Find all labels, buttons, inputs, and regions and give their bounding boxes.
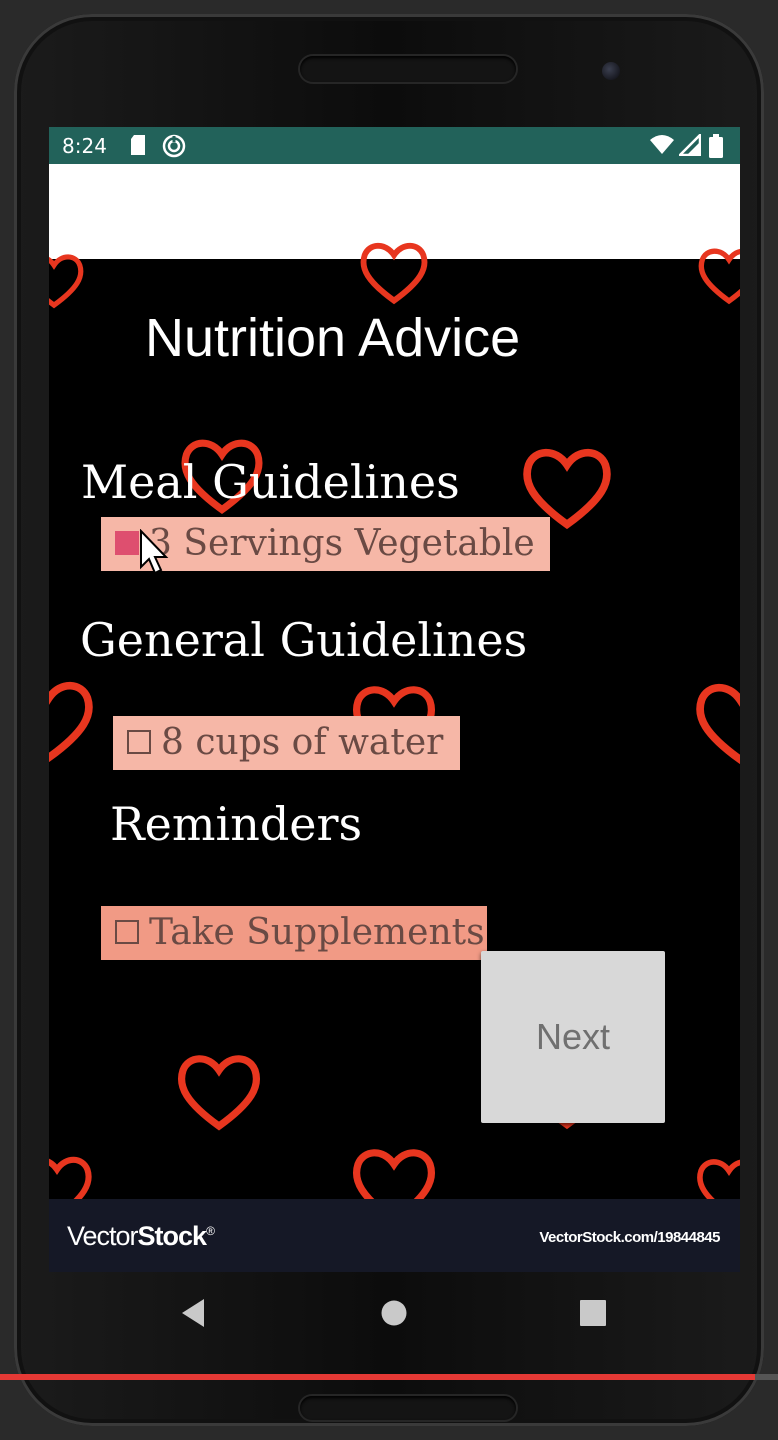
recents-icon <box>580 1300 606 1326</box>
heart-icon <box>178 1055 260 1131</box>
ad-banner[interactable]: VectorStock® VectorStock.com/19844845 <box>49 1199 740 1272</box>
heart-icon <box>49 254 84 309</box>
front-camera <box>602 62 620 80</box>
water-checkbox[interactable]: 8 cups of water <box>113 716 460 770</box>
phone-screen: 8:24 Nutrition Advice Meal Guidelines 3 … <box>49 127 740 1272</box>
general-guidelines-heading: General Guidelines <box>80 613 528 667</box>
wifi-icon <box>650 135 674 154</box>
reminders-heading: Reminders <box>110 797 363 851</box>
back-button[interactable] <box>152 1272 232 1352</box>
earpiece-speaker <box>300 56 516 82</box>
checkbox-checked-icon <box>115 531 139 555</box>
sync-icon <box>162 134 186 158</box>
navigation-bar <box>49 1272 740 1362</box>
heart-icon <box>696 683 740 765</box>
mouse-cursor-icon <box>140 529 169 575</box>
bottom-speaker <box>300 1396 516 1420</box>
signal-icon <box>679 134 701 156</box>
battery-icon <box>709 134 723 158</box>
supplements-checkbox[interactable]: Take Supplements <box>101 906 487 960</box>
home-icon <box>381 1300 407 1326</box>
water-checkbox-label: 8 cups of water <box>161 722 444 763</box>
meal-guidelines-heading: Meal Guidelines <box>81 455 460 509</box>
content-area: Nutrition Advice Meal Guidelines 3 Servi… <box>49 242 740 1225</box>
supplements-checkbox-label: Take Supplements <box>149 912 485 953</box>
vegetable-checkbox-label: 3 Servings Vegetable <box>149 523 535 564</box>
sd-card-icon <box>131 135 145 155</box>
checkbox-unchecked-icon <box>115 920 139 944</box>
video-progress-bar[interactable] <box>0 1374 778 1380</box>
home-button[interactable] <box>354 1272 434 1352</box>
back-icon <box>182 1299 204 1327</box>
status-time: 8:24 <box>62 134 107 158</box>
heart-icon <box>49 681 93 763</box>
video-progress-fill <box>0 1374 755 1380</box>
page-title: Nutrition Advice <box>145 308 521 368</box>
next-button[interactable]: Next <box>481 951 665 1123</box>
ad-url: VectorStock.com/19844845 <box>539 1229 720 1246</box>
recents-button[interactable] <box>553 1272 633 1352</box>
heart-icon <box>360 242 428 305</box>
vectorstock-logo: VectorStock® <box>67 1221 215 1251</box>
heart-icon <box>698 248 740 305</box>
checkbox-unchecked-icon <box>127 730 151 754</box>
status-bar: 8:24 <box>49 127 740 164</box>
